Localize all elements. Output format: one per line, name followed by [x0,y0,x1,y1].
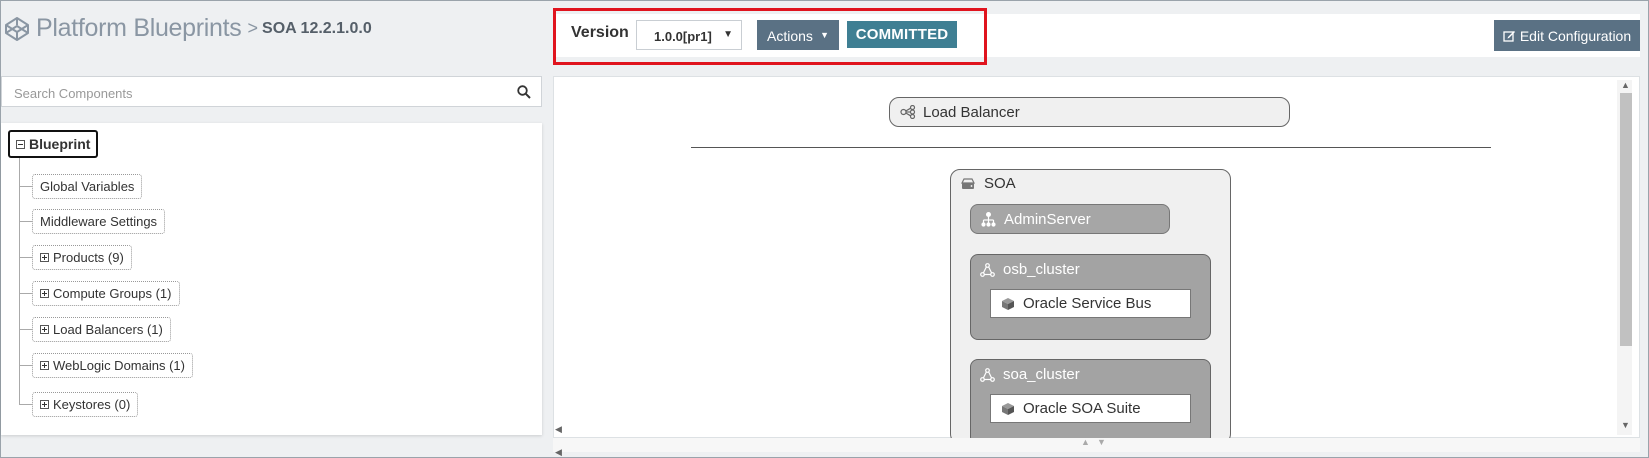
tree-item-global-variables[interactable]: Global Variables [32,174,143,199]
product-label: Oracle Service Bus [1023,295,1152,312]
soa-cluster-header: soa_cluster [980,366,1080,383]
admin-server-node[interactable]: AdminServer [970,204,1170,234]
tree-connector [19,257,32,258]
tree-connector [19,293,32,294]
tree-root-label: Blueprint [29,136,91,152]
expand-icon[interactable] [40,289,49,298]
share-nodes-icon [900,105,916,119]
cluster-icon [980,367,995,382]
search-box [1,76,542,107]
soa-domain-label: SOA [984,175,1016,192]
tree-item-products[interactable]: Products (9) [32,245,132,270]
tree-connector-line [19,158,20,404]
tree-item-keystores[interactable]: Keystores (0) [32,392,139,417]
blueprint-name: SOA 12.2.1.0.0 [262,19,372,37]
drive-icon [961,177,975,189]
tree-item-load-balancers[interactable]: Load Balancers (1) [32,317,171,342]
tree-connector [19,365,32,366]
sitemap-icon [981,211,996,227]
tree-item-label: Global Variables [40,179,135,194]
tree-item-label: Middleware Settings [40,214,158,229]
tree-connector [19,221,32,222]
load-balancer-label: Load Balancer [923,103,1020,121]
osb-cluster-label: osb_cluster [1003,261,1080,278]
edit-configuration-button[interactable]: Edit Configuration [1494,20,1640,51]
admin-server-label: AdminServer [1004,210,1091,228]
edit-icon [1503,31,1515,42]
expand-icon[interactable] [40,400,49,409]
scroll-left-icon[interactable]: ◀ [555,447,562,458]
expand-icon[interactable] [40,361,49,370]
tree-item-compute-groups[interactable]: Compute Groups (1) [32,281,180,306]
tree-connector [19,329,32,330]
cube-icon [1002,402,1014,415]
search-icon[interactable] [517,85,531,99]
collapse-icon[interactable] [16,139,25,149]
scroll-up-icon[interactable]: ▲ [1621,80,1630,90]
product-label: Oracle SOA Suite [1023,400,1141,417]
tree-item-label: Keystores (0) [53,397,131,412]
scroll-left-icon[interactable]: ◀ [555,424,562,435]
cluster-icon [980,262,995,277]
scroll-down-icon[interactable]: ▼ [1621,420,1630,430]
codepen-cube-icon [5,16,29,41]
oracle-service-bus-node[interactable]: Oracle Service Bus [990,289,1191,318]
splitter-up-icon[interactable]: ▲ [1081,437,1090,447]
divider-line [691,147,1491,148]
tree-root-blueprint[interactable]: Blueprint [8,130,99,158]
brand-header: Platform Blueprints > SOA 12.2.1.0.0 [4,14,372,43]
oracle-soa-suite-node[interactable]: Oracle SOA Suite [990,394,1191,423]
app-title: Platform Blueprints [36,14,242,42]
tree-connector [19,186,32,187]
soa-domain-header: SOA [961,175,1016,192]
tree-item-label: Compute Groups (1) [53,286,172,301]
highlight-box [553,8,987,65]
tree-item-weblogic-domains[interactable]: WebLogic Domains (1) [32,353,193,378]
soa-cluster-label: soa_cluster [1003,366,1080,383]
tree-connector [19,404,32,405]
component-tree-panel [1,123,542,435]
expand-icon[interactable] [40,325,49,334]
tree-item-label: Load Balancers (1) [53,322,163,337]
edit-configuration-label: Edit Configuration [1519,27,1632,44]
expand-icon[interactable] [40,253,49,262]
cube-icon [1002,297,1014,310]
osb-cluster-header: osb_cluster [980,261,1080,278]
search-input[interactable] [12,82,496,104]
splitter-down-icon[interactable]: ▼ [1097,437,1106,447]
vertical-scrollbar-thumb[interactable] [1620,93,1632,346]
breadcrumb-separator: > [247,18,259,38]
load-balancer-node[interactable]: Load Balancer [889,97,1290,127]
tree-item-label: Products (9) [53,250,124,265]
tree-item-label: WebLogic Domains (1) [53,358,185,373]
tree-item-middleware-settings[interactable]: Middleware Settings [32,209,166,234]
